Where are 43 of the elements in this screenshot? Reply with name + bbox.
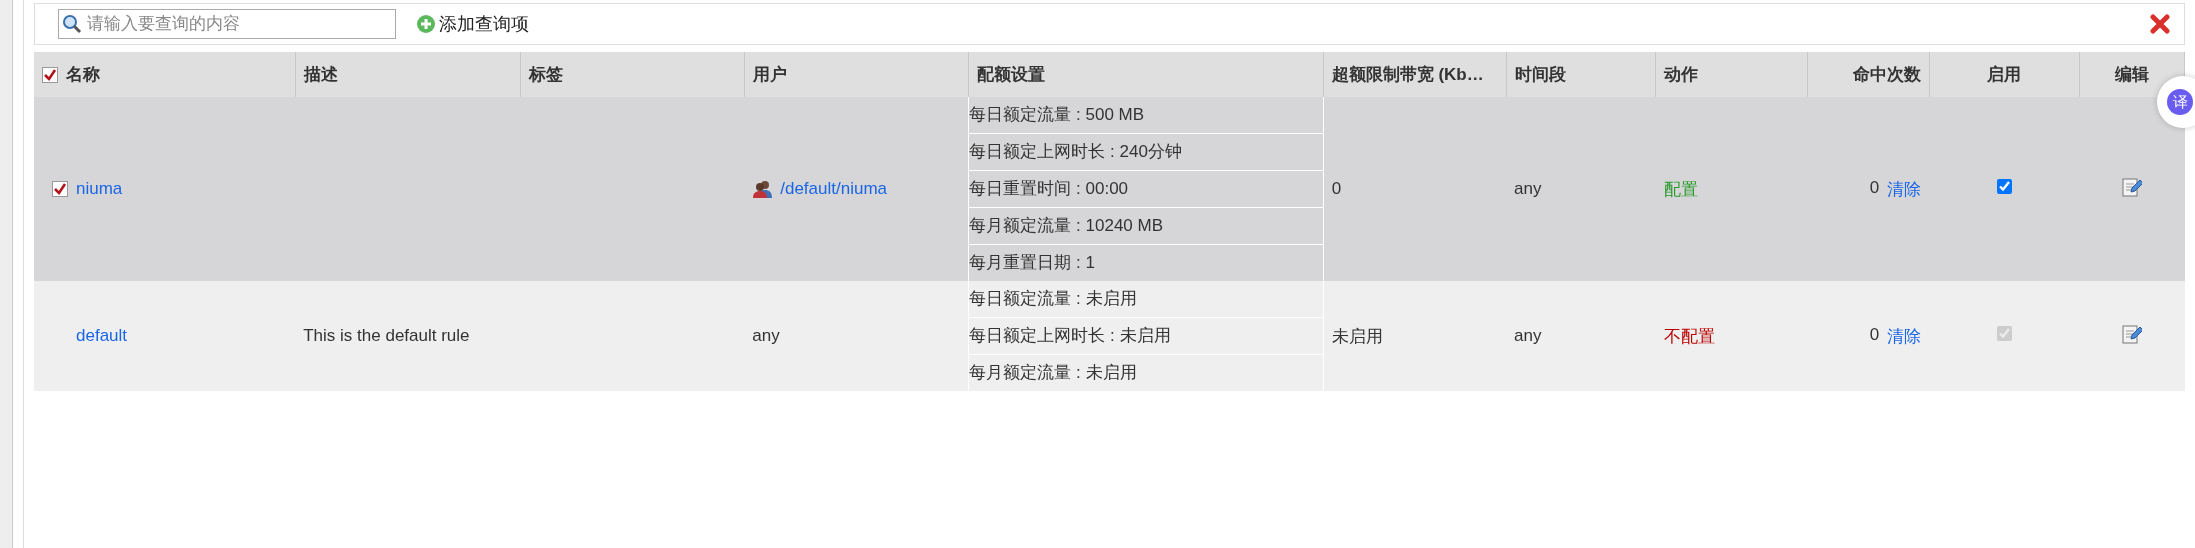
quota-item: 每日额定上网时长 : 未启用	[969, 318, 1323, 355]
table-cell-text: 0	[1869, 324, 1880, 346]
column-header: 编辑	[2115, 65, 2150, 84]
column-header: 启用	[1987, 65, 2022, 84]
column-header: 名称	[66, 64, 100, 86]
action-status: 不配置	[1663, 326, 1715, 346]
checkbox[interactable]	[52, 181, 68, 197]
edit-icon[interactable]	[2122, 176, 2143, 197]
quota-item: 每日额定上网时长 : 240分钟	[969, 134, 1323, 171]
column-header: 时间段	[1514, 65, 1566, 84]
quota-item: 每日额定流量 : 500 MB	[969, 97, 1323, 134]
table-cell-text: 0	[1869, 177, 1880, 199]
edit-icon[interactable]	[2122, 323, 2143, 344]
close-button[interactable]	[2150, 14, 2170, 34]
enable-checkbox[interactable]	[1996, 179, 2012, 194]
table-cell: any	[1514, 179, 1542, 198]
action-status: 配置	[1663, 179, 1698, 199]
column-header: 命中次数	[1852, 65, 1921, 84]
plus-icon	[416, 14, 436, 34]
table-cell: 未启用	[1331, 326, 1383, 346]
column-header: 描述	[303, 65, 338, 84]
column-header: 动作	[1664, 65, 1699, 84]
table-cell: any	[752, 326, 780, 345]
user-link[interactable]: /default/niuma	[780, 179, 887, 199]
search-field[interactable]: 请输入要查询的内容	[58, 9, 396, 39]
table-cell: 0	[1331, 179, 1342, 198]
quota-item: 每日重置时间 : 00:00	[969, 171, 1323, 208]
checkbox[interactable]	[42, 66, 58, 83]
add-query-button[interactable]: 添加查询项	[416, 12, 529, 36]
rule-name-link[interactable]: niuma	[76, 179, 123, 199]
column-header: 标签	[528, 65, 563, 84]
column-header: 配额设置	[977, 65, 1046, 84]
table-cell: This is the default rule	[303, 326, 470, 345]
quota-item: 每月额定流量 : 10240 MB	[969, 208, 1323, 245]
quota-item: 每月重置日期 : 1	[969, 252, 1096, 274]
clear-link[interactable]: 清除	[1887, 177, 1922, 201]
quota-item: 每月额定流量 : 未启用	[969, 362, 1138, 384]
quota-item: 每日额定流量 : 未启用	[969, 281, 1323, 318]
search-icon	[62, 14, 82, 34]
column-header: 用户	[752, 65, 787, 84]
table-cell: any	[1514, 326, 1542, 345]
users-icon	[752, 179, 775, 199]
column-header: 超额限制带宽 (Kb…	[1331, 65, 1484, 84]
